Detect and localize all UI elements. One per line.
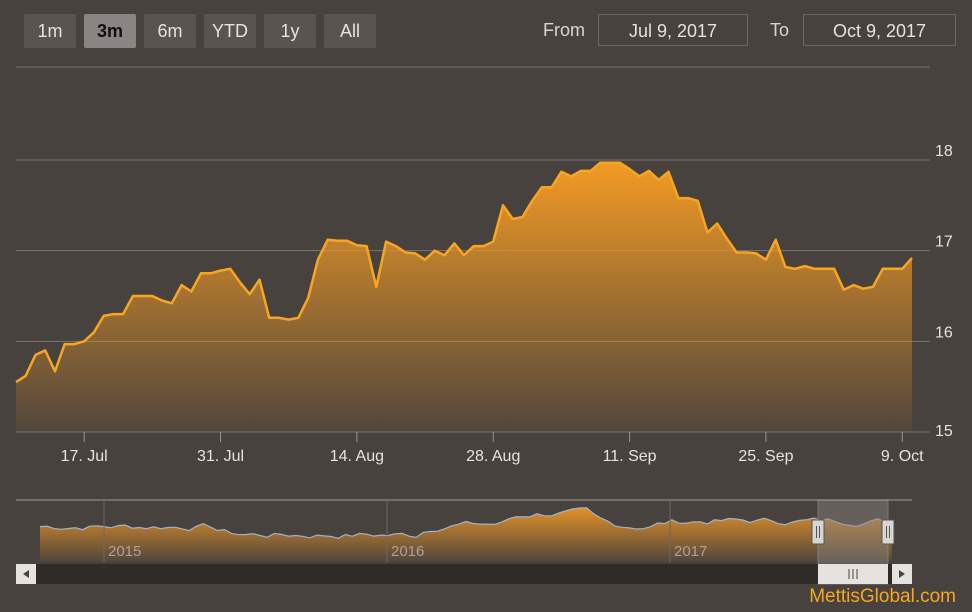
y-tick-label-15: 15 — [935, 423, 953, 440]
x-tick-label-2: 14. Aug — [330, 448, 384, 465]
x-tick-label-1: 31. Jul — [197, 448, 244, 465]
x-tick-label-3: 28. Aug — [466, 448, 520, 465]
navigator-year-label-2016: 2016 — [391, 543, 424, 560]
y-tick-label-17: 17 — [935, 234, 953, 251]
navigator-handle-left[interactable] — [811, 519, 825, 545]
navigator-year-label-2015: 2015 — [108, 543, 141, 560]
navigator-handle-right[interactable] — [881, 519, 895, 545]
y-tick-label-18: 18 — [935, 143, 953, 160]
navigator-area — [40, 507, 892, 562]
stock-chart: 15 16 17 18 17. Jul 31. Jul 14. Aug 28. Aug 11. … — [15, 66, 953, 585]
y-tick-label-16: 16 — [935, 324, 953, 341]
scrollbar-track — [16, 564, 912, 584]
price-area — [15, 161, 913, 432]
navigator-year-label-2017: 2017 — [674, 543, 707, 560]
watermark: MettisGlobal.com — [809, 586, 956, 607]
x-tick-label-4: 11. Sep — [603, 448, 657, 465]
x-tick-label-0: 17. Jul — [61, 448, 108, 465]
x-tick-label-5: 25. Sep — [738, 448, 793, 465]
area-fill — [16, 162, 912, 432]
navigator[interactable]: 2015 2016 2017 — [16, 499, 912, 585]
x-tick-label-6: 9. Oct — [881, 448, 924, 465]
